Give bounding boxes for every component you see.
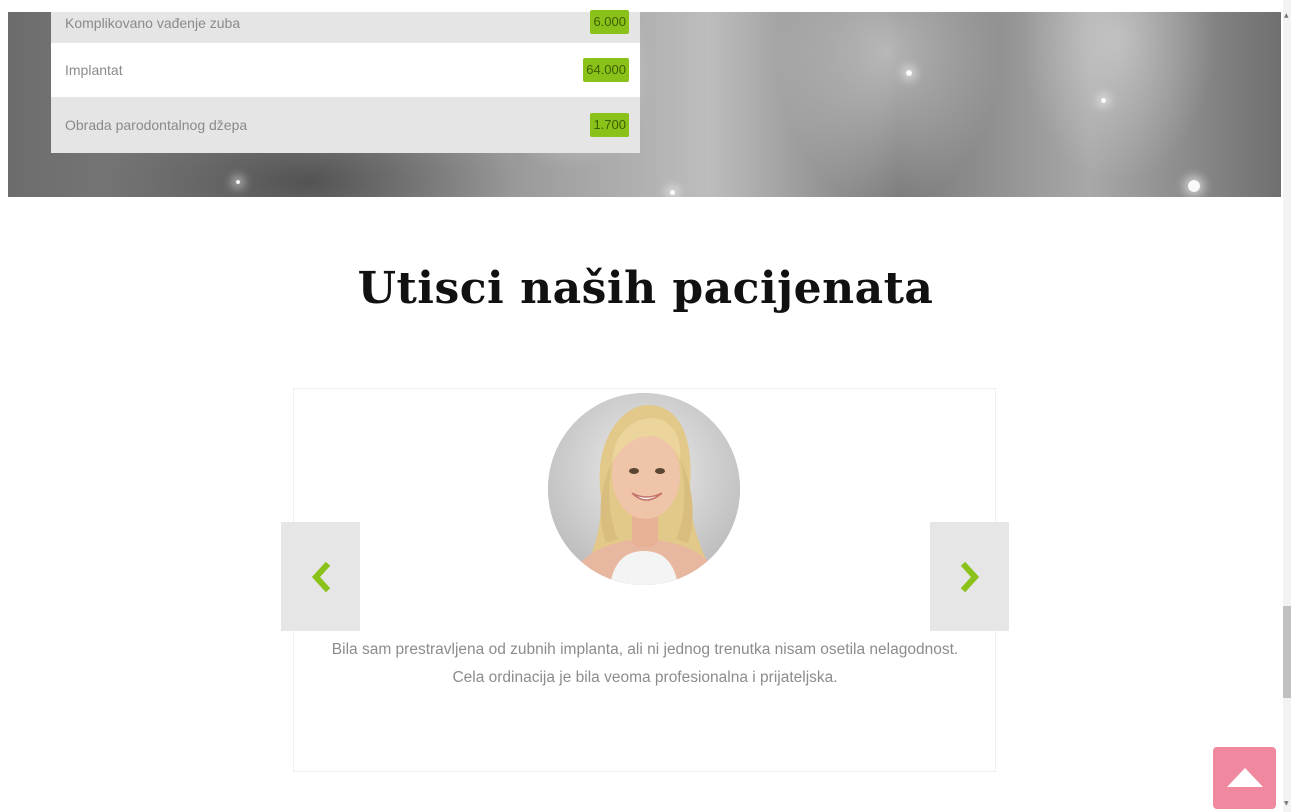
price-badge: 6.000 — [590, 9, 629, 34]
scroll-down-arrow-icon[interactable]: ▼ — [1284, 800, 1289, 807]
back-to-top-button[interactable] — [1213, 747, 1276, 809]
page-top-band — [0, 0, 1291, 12]
sparkle-decoration — [906, 70, 912, 76]
sparkle-decoration — [670, 190, 675, 195]
sparkle-decoration — [1188, 180, 1200, 192]
patient-avatar — [548, 393, 740, 585]
service-name: Komplikovano vađenje zuba — [65, 14, 241, 31]
price-row: Implantat 64.000 — [51, 43, 640, 97]
chevron-left-icon — [311, 561, 330, 592]
sparkle-decoration — [236, 180, 240, 184]
carousel-next-button[interactable] — [930, 522, 1009, 631]
price-row: Obrada parodontalnog džepa 1.700 — [51, 97, 640, 153]
price-row: Komplikovano vađenje zuba 6.000 — [51, 9, 640, 43]
testimonial-text: Bila sam prestravljena od zubnih implant… — [331, 641, 959, 686]
sparkle-decoration — [1101, 98, 1106, 103]
service-name: Obrada parodontalnog džepa — [65, 117, 248, 133]
scrollbar-thumb[interactable] — [1283, 606, 1291, 698]
price-list-table: Komplikovano vađenje zuba 6.000 Implanta… — [51, 9, 640, 153]
price-badge: 1.700 — [590, 113, 629, 137]
service-name: Implantat — [65, 62, 123, 78]
carousel-prev-button[interactable] — [281, 522, 360, 631]
price-badge: 64.000 — [583, 58, 629, 82]
scroll-up-arrow-icon[interactable]: ▲ — [1284, 12, 1289, 19]
patient-photo-icon — [548, 393, 740, 585]
triangle-up-icon — [1226, 768, 1263, 787]
section-title: Utisci naših pacijenata — [357, 263, 934, 314]
chevron-right-icon — [960, 561, 979, 592]
